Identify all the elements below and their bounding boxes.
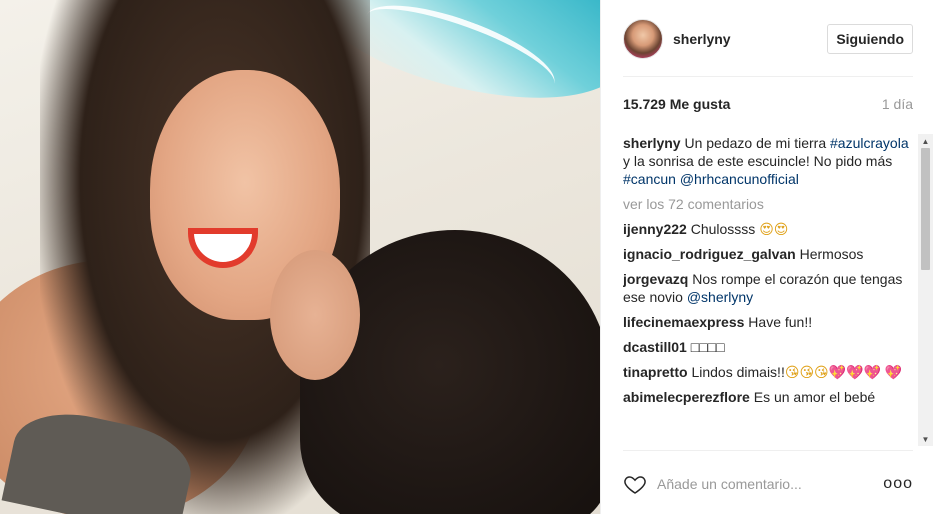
caption-username[interactable]: sherlyny bbox=[623, 135, 681, 151]
mention-link[interactable]: @sherlyny bbox=[687, 289, 753, 305]
caption-text-2: y la sonrisa de este escuincle! No pido … bbox=[623, 153, 892, 169]
comment-username[interactable]: jorgevazq bbox=[623, 271, 688, 287]
mention-link[interactable]: @hrhcancunofficial bbox=[680, 171, 799, 187]
comment-username[interactable]: ignacio_rodriguez_galvan bbox=[623, 246, 796, 262]
caption-text-1: Un pedazo de mi tierra bbox=[684, 135, 826, 151]
caption: sherlyny Un pedazo de mi tierra #azulcra… bbox=[623, 134, 915, 188]
post-meta: 15.729 Me gusta 1 día bbox=[623, 96, 913, 112]
scroll-down-arrow-icon[interactable]: ▼ bbox=[918, 432, 933, 446]
heart-icon[interactable] bbox=[623, 472, 647, 496]
hashtag-link[interactable]: #cancun bbox=[623, 171, 676, 187]
emoji: 😍😍 bbox=[759, 221, 788, 237]
comment-item: ignacio_rodriguez_galvan Hermosos bbox=[623, 245, 915, 263]
comment-text: □□□□ bbox=[691, 339, 725, 355]
post-side-panel: sherlyny Siguiendo 15.729 Me gusta 1 día… bbox=[600, 0, 934, 514]
more-options-icon[interactable]: ooo bbox=[883, 475, 913, 493]
add-comment-input[interactable] bbox=[657, 476, 883, 492]
comments-list: sherlyny Un pedazo de mi tierra #azulcra… bbox=[623, 134, 915, 446]
comment-username[interactable]: lifecinemaexpress bbox=[623, 314, 744, 330]
comment-item: ijenny222 Chulossss 😍😍 bbox=[623, 220, 915, 238]
post-header: sherlyny Siguiendo bbox=[623, 14, 913, 64]
post-username[interactable]: sherlyny bbox=[673, 31, 827, 47]
comment-username[interactable]: ijenny222 bbox=[623, 221, 687, 237]
comment-item: lifecinemaexpress Have fun!! bbox=[623, 313, 915, 331]
post-photo[interactable] bbox=[0, 0, 600, 514]
likes-count[interactable]: 15.729 Me gusta bbox=[623, 96, 730, 112]
heart-emoji: 💖💖💖 💖 bbox=[829, 364, 903, 380]
child-face bbox=[270, 250, 360, 380]
comment-text: Es un amor el bebé bbox=[754, 389, 875, 405]
post-age[interactable]: 1 día bbox=[882, 96, 913, 112]
comment-item: jorgevazq Nos rompe el corazón que tenga… bbox=[623, 270, 915, 306]
comment-item: tinapretto Lindos dimais!!😘😘😘💖💖💖 💖 bbox=[623, 363, 915, 381]
comment-item: dcastill01 □□□□ bbox=[623, 338, 915, 356]
avatar[interactable] bbox=[623, 19, 663, 59]
comment-bar: ooo bbox=[623, 466, 913, 502]
hashtag-link[interactable]: #azulcrayola bbox=[830, 135, 909, 151]
comment-item: abimelecperezflore Es un amor el bebé bbox=[623, 388, 915, 406]
emoji: 😘😘😘 bbox=[785, 364, 829, 380]
view-all-comments-link[interactable]: ver los 72 comentarios bbox=[623, 195, 915, 213]
scroll-thumb[interactable] bbox=[921, 148, 930, 270]
comment-text: Chulossss bbox=[691, 221, 756, 237]
comments-scrollbar[interactable]: ▲ ▼ bbox=[918, 134, 933, 446]
comment-username[interactable]: dcastill01 bbox=[623, 339, 687, 355]
header-divider bbox=[623, 76, 913, 77]
comment-username[interactable]: abimelecperezflore bbox=[623, 389, 750, 405]
following-button[interactable]: Siguiendo bbox=[827, 24, 913, 54]
scroll-up-arrow-icon[interactable]: ▲ bbox=[918, 134, 933, 148]
comment-text: Lindos dimais!! bbox=[691, 364, 784, 380]
comment-text: Hermosos bbox=[800, 246, 864, 262]
comment-text: Have fun!! bbox=[748, 314, 812, 330]
comment-username[interactable]: tinapretto bbox=[623, 364, 688, 380]
footer-divider bbox=[623, 450, 913, 451]
